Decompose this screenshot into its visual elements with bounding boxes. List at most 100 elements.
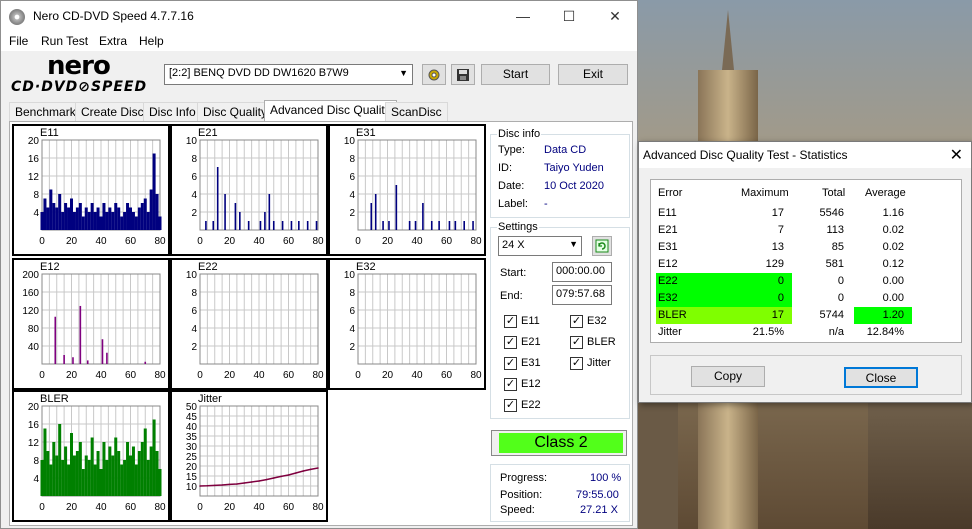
bar-mark bbox=[70, 433, 73, 496]
exit-button[interactable]: Exit bbox=[558, 64, 628, 85]
refresh-speed-button[interactable] bbox=[592, 236, 612, 256]
close-window-button[interactable]: ✕ bbox=[592, 1, 638, 31]
chart-e11: 20 16 12 8 4 0 20 40 60 80 E11 bbox=[12, 124, 170, 256]
bar-mark bbox=[247, 221, 250, 230]
start-time-field[interactable]: 000:00.00 bbox=[552, 262, 612, 282]
bar-mark bbox=[78, 203, 82, 230]
jitter-point bbox=[206, 485, 209, 487]
chart-title: BLER bbox=[40, 393, 69, 405]
bar-mark bbox=[152, 153, 156, 230]
y-tick-label: 8 bbox=[349, 154, 355, 165]
nero-logo: nero bbox=[47, 51, 111, 81]
y-tick-label: 10 bbox=[186, 136, 198, 147]
bar-mark bbox=[374, 194, 377, 230]
row-average: 0.00 bbox=[882, 275, 904, 287]
bar-mark bbox=[81, 469, 85, 496]
bar-mark bbox=[430, 221, 433, 230]
tab-create-disc[interactable]: Create Disc bbox=[75, 102, 150, 122]
disc-label-value: - bbox=[544, 198, 548, 210]
y-tick-label: 20 bbox=[28, 402, 40, 413]
tab-scandisc[interactable]: ScanDisc bbox=[385, 102, 448, 122]
bar-mark bbox=[105, 460, 109, 496]
close-button[interactable]: Close bbox=[844, 367, 918, 388]
statistics-row: E12 129 581 0.12 bbox=[651, 256, 961, 273]
y-tick-label: 8 bbox=[349, 288, 355, 299]
checkbox-e32[interactable]: ✓ bbox=[570, 315, 583, 328]
checkbox-jitter[interactable]: ✓ bbox=[570, 357, 583, 370]
chart-svg: 1086420 20 40 60 80E32 bbox=[344, 261, 482, 381]
bar-mark bbox=[49, 464, 53, 496]
menu-extra[interactable]: Extra bbox=[99, 34, 127, 48]
checkbox-e21[interactable]: ✓ bbox=[504, 336, 517, 349]
bar-mark bbox=[408, 221, 411, 230]
chevron-down-icon: ▼ bbox=[569, 239, 578, 249]
checkbox-bler[interactable]: ✓ bbox=[570, 336, 583, 349]
x-tick-label: 60 bbox=[441, 236, 453, 247]
chart-svg: 1086420 20 40 60 80E21 bbox=[186, 127, 324, 247]
bar-mark bbox=[140, 442, 144, 496]
tab-benchmark[interactable]: Benchmark bbox=[9, 102, 82, 122]
checkbox-e11[interactable]: ✓ bbox=[504, 315, 517, 328]
window-title: Nero CD-DVD Speed 4.7.7.16 bbox=[33, 9, 194, 23]
chart-e32: 10 8 6 4 2 0 20 40 60 80 E32 bbox=[328, 258, 486, 390]
row-maximum: 21.5% bbox=[752, 326, 784, 338]
settings-heading: Settings bbox=[497, 221, 539, 233]
bar-mark bbox=[306, 221, 309, 230]
end-time-field[interactable]: 079:57.68 bbox=[552, 285, 612, 305]
x-tick-label: 20 bbox=[382, 236, 394, 247]
speed-select[interactable]: 24 X ▼ bbox=[498, 236, 582, 256]
close-icon[interactable]: ✕ bbox=[950, 145, 963, 165]
speed-value: 27.21 X bbox=[580, 504, 618, 516]
bar-mark bbox=[131, 446, 135, 496]
y-tick-label: 10 bbox=[186, 270, 198, 281]
disc-type-value: Data CD bbox=[544, 144, 587, 156]
bar-mark bbox=[46, 207, 50, 230]
title-bar: Nero CD-DVD Speed 4.7.7.16 — ☐ ✕ bbox=[1, 1, 637, 31]
x-tick-label: 0 bbox=[197, 502, 203, 513]
header-total: Total bbox=[822, 187, 846, 199]
maximize-button[interactable]: ☐ bbox=[546, 1, 592, 31]
checkbox-e22[interactable]: ✓ bbox=[504, 399, 517, 412]
drive-select-value: [2:2] BENQ DVD DD DW1620 B7W9 bbox=[169, 67, 349, 79]
statistics-row: E22 0 0 0.00 bbox=[651, 273, 961, 290]
bar-mark bbox=[61, 460, 65, 496]
x-tick-label: 60 bbox=[283, 236, 295, 247]
statistics-header-row: Error Maximum Total Average bbox=[651, 185, 961, 202]
row-error: E12 bbox=[658, 258, 678, 270]
menu-run-test[interactable]: Run Test bbox=[41, 34, 88, 48]
statistics-title: Advanced Disc Quality Test - Statistics bbox=[643, 148, 848, 162]
bar-mark bbox=[123, 460, 127, 496]
tab-advanced-disc-quality[interactable]: Advanced Disc Quality bbox=[264, 100, 397, 122]
menu-file[interactable]: File bbox=[9, 34, 28, 48]
menu-help[interactable]: Help bbox=[139, 34, 164, 48]
bar-mark bbox=[90, 437, 94, 496]
drive-select[interactable]: [2:2] BENQ DVD DD DW1620 B7W9 ▼ bbox=[164, 64, 413, 85]
bar-mark bbox=[114, 203, 118, 230]
tab-disc-quality[interactable]: Disc Quality bbox=[197, 102, 274, 122]
bar-mark bbox=[137, 451, 141, 496]
minimize-button[interactable]: — bbox=[500, 1, 546, 31]
checkbox-e31[interactable]: ✓ bbox=[504, 357, 517, 370]
row-maximum: 13 bbox=[771, 241, 784, 253]
start-button[interactable]: Start bbox=[481, 64, 550, 85]
y-tick-label: 40 bbox=[28, 342, 40, 353]
copy-button[interactable]: Copy bbox=[691, 366, 765, 387]
save-button[interactable] bbox=[451, 64, 475, 85]
x-tick-label: 80 bbox=[312, 236, 324, 247]
bar-mark bbox=[81, 216, 85, 230]
bar-mark bbox=[108, 207, 112, 230]
drive-options-button[interactable] bbox=[422, 64, 446, 85]
jitter-point bbox=[280, 475, 282, 478]
bar-mark bbox=[96, 451, 100, 496]
x-tick-label: 80 bbox=[154, 370, 166, 381]
checkbox-e12[interactable]: ✓ bbox=[504, 378, 517, 391]
bar-mark bbox=[149, 189, 153, 230]
chevron-down-icon: ▼ bbox=[399, 68, 408, 78]
x-tick-label: 40 bbox=[253, 370, 265, 381]
bar-mark bbox=[86, 360, 89, 364]
bar-mark bbox=[75, 451, 79, 496]
bar-mark bbox=[126, 442, 130, 496]
bar-mark bbox=[272, 221, 275, 230]
tab-disc-info[interactable]: Disc Info bbox=[143, 102, 202, 122]
bar-mark bbox=[108, 446, 112, 496]
